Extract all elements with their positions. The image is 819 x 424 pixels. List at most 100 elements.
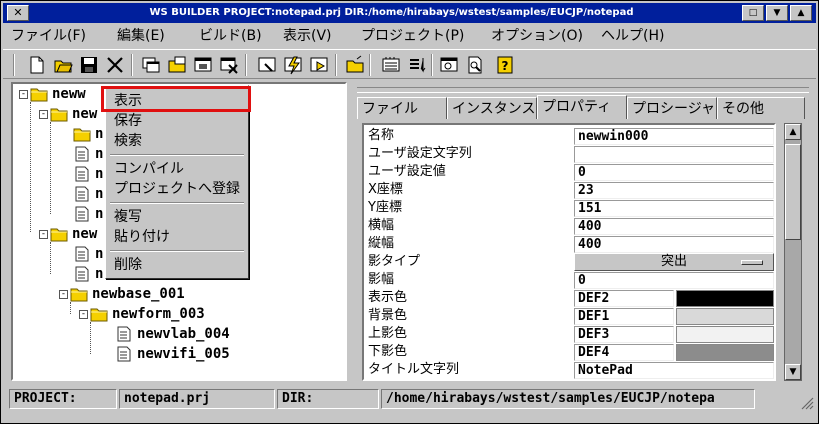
tab-file[interactable]: ファイル bbox=[357, 97, 447, 119]
tree-node[interactable]: n bbox=[73, 264, 103, 284]
tree-connector bbox=[50, 242, 51, 274]
window-view-icon[interactable] bbox=[437, 53, 461, 77]
ctx-item-copy[interactable]: 複写 bbox=[114, 208, 142, 226]
tab-property[interactable]: プロパティ bbox=[537, 95, 627, 119]
menu-project[interactable]: プロジェクト(P) bbox=[361, 27, 464, 45]
new-file-icon[interactable] bbox=[25, 53, 49, 77]
toolbar: ? bbox=[3, 49, 816, 79]
save-icon[interactable] bbox=[77, 53, 101, 77]
tree-node[interactable]: - new bbox=[39, 104, 97, 124]
scroll-down-icon[interactable]: ▼ bbox=[785, 364, 801, 380]
collapse-icon[interactable]: - bbox=[59, 289, 68, 299]
color-swatch[interactable] bbox=[676, 308, 774, 325]
tree-node[interactable]: n bbox=[73, 184, 103, 204]
ctx-item-register[interactable]: プロジェクトへ登録 bbox=[114, 180, 240, 198]
color-swatch[interactable] bbox=[676, 290, 774, 307]
toolbar-separator bbox=[335, 54, 337, 76]
menu-help[interactable]: ヘルプ(H) bbox=[601, 27, 664, 45]
color-swatch[interactable] bbox=[676, 344, 774, 361]
sort-icon[interactable] bbox=[405, 53, 429, 77]
document-icon bbox=[73, 186, 91, 202]
shadow-type-dropdown[interactable]: 突出 bbox=[574, 253, 774, 271]
prop-label: Y座標 bbox=[368, 200, 402, 215]
run-icon[interactable] bbox=[307, 53, 331, 77]
window-icon[interactable] bbox=[191, 53, 215, 77]
property-scrollbar[interactable]: ▲ ▼ bbox=[784, 123, 802, 381]
open-folder-icon[interactable] bbox=[51, 53, 75, 77]
ctx-item-delete[interactable]: 削除 bbox=[114, 256, 142, 274]
folder-icon bbox=[50, 226, 68, 242]
prop-value-input[interactable]: 400 bbox=[574, 236, 774, 253]
tab-procedure[interactable]: プロシージャ bbox=[627, 97, 717, 119]
tree-node-newvifi[interactable]: newvifi_005 bbox=[115, 344, 230, 364]
collapse-icon[interactable]: - bbox=[79, 309, 88, 319]
prop-value-input[interactable]: 0 bbox=[574, 272, 774, 289]
tree-node[interactable]: - new bbox=[39, 224, 97, 244]
menu-edit[interactable]: 編集(E) bbox=[117, 27, 165, 45]
toolbar-separator bbox=[245, 54, 247, 76]
tree-node-newvlab[interactable]: newvlab_004 bbox=[115, 324, 230, 344]
prop-value-input[interactable]: 151 bbox=[574, 200, 774, 217]
prop-value-input[interactable]: 400 bbox=[574, 218, 774, 235]
tree-node-label: newvifi_005 bbox=[137, 346, 230, 362]
maximize-button[interactable]: ▲ bbox=[790, 5, 812, 21]
scroll-up-icon[interactable]: ▲ bbox=[785, 124, 801, 140]
menu-view[interactable]: 表示(V) bbox=[283, 27, 332, 45]
minimize-button[interactable]: ▼ bbox=[766, 5, 788, 21]
window-menu-button[interactable]: ✕ bbox=[7, 5, 29, 21]
title-bar[interactable]: ✕ WS BUILDER PROJECT:notepad.prj DIR:/ho… bbox=[3, 3, 816, 23]
tree-node[interactable]: n bbox=[73, 124, 103, 144]
tree-node[interactable]: n bbox=[73, 144, 103, 164]
prop-value-input[interactable]: DEF3 bbox=[574, 326, 674, 343]
help-icon[interactable]: ? bbox=[493, 53, 517, 77]
prop-value-input[interactable]: 23 bbox=[574, 182, 774, 199]
prop-value-input[interactable]: DEF4 bbox=[574, 344, 674, 361]
cut-icon[interactable] bbox=[103, 53, 127, 77]
collapse-icon[interactable]: - bbox=[39, 229, 48, 239]
build-icon[interactable] bbox=[281, 53, 305, 77]
tree-node-label: n bbox=[95, 246, 104, 262]
tree-node-newform[interactable]: - newform_003 bbox=[79, 304, 205, 324]
new-window-icon[interactable] bbox=[139, 53, 163, 77]
resize-grip-icon[interactable] bbox=[798, 394, 814, 410]
prop-row-width: 横幅 400 bbox=[368, 217, 774, 235]
prop-value-input[interactable]: newwin000 bbox=[574, 128, 774, 145]
tab-other[interactable]: その他 bbox=[717, 97, 805, 119]
dropdown-indicator-icon bbox=[741, 260, 763, 265]
close-window-icon[interactable] bbox=[217, 53, 241, 77]
tree-node-root[interactable]: - neww bbox=[19, 84, 86, 104]
prop-label: タイトル文字列 bbox=[368, 362, 460, 377]
prop-label: 表示色 bbox=[368, 290, 408, 305]
prop-value-input[interactable]: 0 bbox=[574, 164, 774, 181]
print-preview-icon[interactable] bbox=[463, 53, 487, 77]
tree-node[interactable]: n bbox=[73, 204, 103, 224]
restore-button[interactable]: □ bbox=[742, 5, 764, 21]
menu-option[interactable]: オプション(O) bbox=[491, 27, 583, 45]
tree-node-newbase[interactable]: - newbase_001 bbox=[59, 284, 185, 304]
ctx-item-save[interactable]: 保存 bbox=[114, 112, 142, 130]
prop-value-input[interactable]: DEF1 bbox=[574, 308, 674, 325]
color-swatch[interactable] bbox=[676, 326, 774, 343]
tree-node[interactable]: n bbox=[73, 164, 103, 184]
prop-label: 名称 bbox=[368, 128, 395, 143]
prop-value-input[interactable]: DEF2 bbox=[574, 290, 674, 307]
menu-build[interactable]: ビルド(B) bbox=[199, 27, 262, 45]
collapse-icon[interactable]: - bbox=[39, 109, 48, 119]
tab-bar: ファイル インスタンス プロパティ プロシージャ その他 bbox=[357, 95, 809, 119]
list-icon[interactable] bbox=[379, 53, 403, 77]
open-icon[interactable] bbox=[343, 53, 367, 77]
scrollbar-thumb[interactable] bbox=[785, 144, 801, 240]
prop-value-input[interactable]: NotePad bbox=[574, 362, 774, 379]
prop-label: 下影色 bbox=[368, 344, 408, 359]
ctx-item-search[interactable]: 検索 bbox=[114, 132, 142, 150]
ctx-item-compile[interactable]: コンパイル bbox=[114, 160, 184, 178]
open-window-icon[interactable] bbox=[165, 53, 189, 77]
tab-instance[interactable]: インスタンス bbox=[447, 97, 537, 119]
prop-value-input[interactable] bbox=[574, 146, 774, 163]
menu-separator bbox=[110, 154, 244, 156]
collapse-icon[interactable]: - bbox=[19, 89, 28, 99]
inspect-icon[interactable] bbox=[255, 53, 279, 77]
menu-file[interactable]: ファイル(F) bbox=[11, 27, 86, 45]
tree-node[interactable]: n bbox=[73, 244, 103, 264]
ctx-item-paste[interactable]: 貼り付け bbox=[114, 228, 170, 246]
